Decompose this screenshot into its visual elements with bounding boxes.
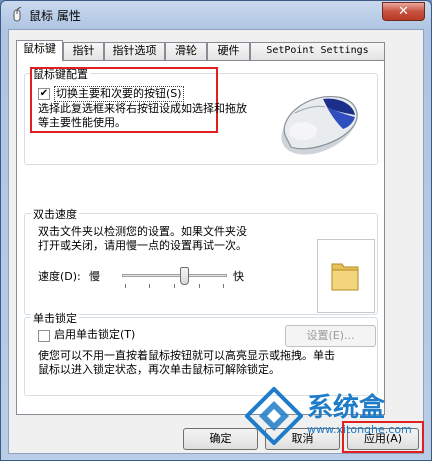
- slider-tick: [125, 284, 126, 288]
- speed-fast-label: 快: [233, 270, 244, 283]
- watermark-url: www.xitonghe.com: [307, 423, 412, 436]
- slider-tick: [149, 284, 150, 288]
- test-area[interactable]: [317, 239, 375, 313]
- tab-panel-buttons: 鼠标键配置 ✔ 切换主要和次要的按钮(S) 选择此复选框来将右按钮设成如选择和拖…: [16, 60, 385, 415]
- speed-slider-thumb[interactable]: [180, 267, 189, 285]
- tab-wheel[interactable]: 滑轮: [165, 42, 207, 60]
- watermark-logo-icon: [245, 387, 303, 445]
- speed-slow-label: 慢: [89, 270, 100, 283]
- click-lock-settings-button[interactable]: 设置(E)...: [285, 325, 376, 347]
- button-config-desc-line2: 等主要性能使用。: [38, 116, 126, 129]
- button-config-desc-line1: 选择此复选框来将右按钮设成如选择和拖放: [38, 102, 247, 115]
- folder-icon[interactable]: [330, 258, 360, 292]
- tab-hardware[interactable]: 硬件: [207, 42, 250, 60]
- click-lock-title: 单击锁定: [31, 310, 79, 326]
- window-title: 鼠标 属性: [29, 9, 81, 23]
- click-lock-desc-line2: 鼠标以进入锁定状态，再次单击鼠标可解除锁定。: [38, 363, 280, 376]
- watermark: 系统盒 www.xitonghe.com: [245, 379, 421, 459]
- switch-buttons-label[interactable]: 切换主要和次要的按钮(S): [54, 86, 184, 102]
- title-bar[interactable]: 鼠标 属性 ✕: [1, 1, 431, 29]
- double-click-desc-line1: 双击文件夹以检测您的设置。如果文件夹没: [38, 225, 247, 238]
- tab-setpoint-settings[interactable]: SetPoint Settings: [250, 42, 385, 60]
- speed-label: 速度(D):: [38, 270, 81, 283]
- mouse-illustration: [281, 96, 358, 155]
- tab-buttons[interactable]: 鼠标键: [16, 40, 63, 61]
- slider-tick: [223, 284, 224, 288]
- slider-tick: [199, 284, 200, 288]
- watermark-brand: 系统盒: [307, 393, 386, 423]
- double-click-desc-line2: 打开或关闭，请用慢一点的设置再试一次。: [38, 239, 247, 252]
- close-button[interactable]: ✕: [382, 2, 425, 21]
- double-click-title: 双击速度: [31, 206, 79, 222]
- speed-slider-track: [122, 274, 227, 277]
- click-lock-label[interactable]: 启用单击锁定(T): [54, 328, 135, 342]
- click-lock-checkbox[interactable]: [38, 330, 50, 342]
- speed-slider[interactable]: [122, 267, 227, 289]
- slider-tick: [174, 284, 175, 288]
- mouse-app-icon: [13, 7, 22, 22]
- tab-pointers[interactable]: 指针: [63, 42, 104, 60]
- tab-pointer-options[interactable]: 指针选项: [104, 42, 165, 60]
- mouse-properties-window: 鼠标 属性 ✕ 鼠标键 指针 指针选项 滑轮 硬件 SetPoint Setti…: [0, 0, 432, 461]
- switch-buttons-checkbox[interactable]: ✔: [38, 88, 50, 100]
- click-lock-desc-line1: 使您可以不用一直按着鼠标按钮就可以高亮显示或拖拽。单击: [38, 349, 335, 362]
